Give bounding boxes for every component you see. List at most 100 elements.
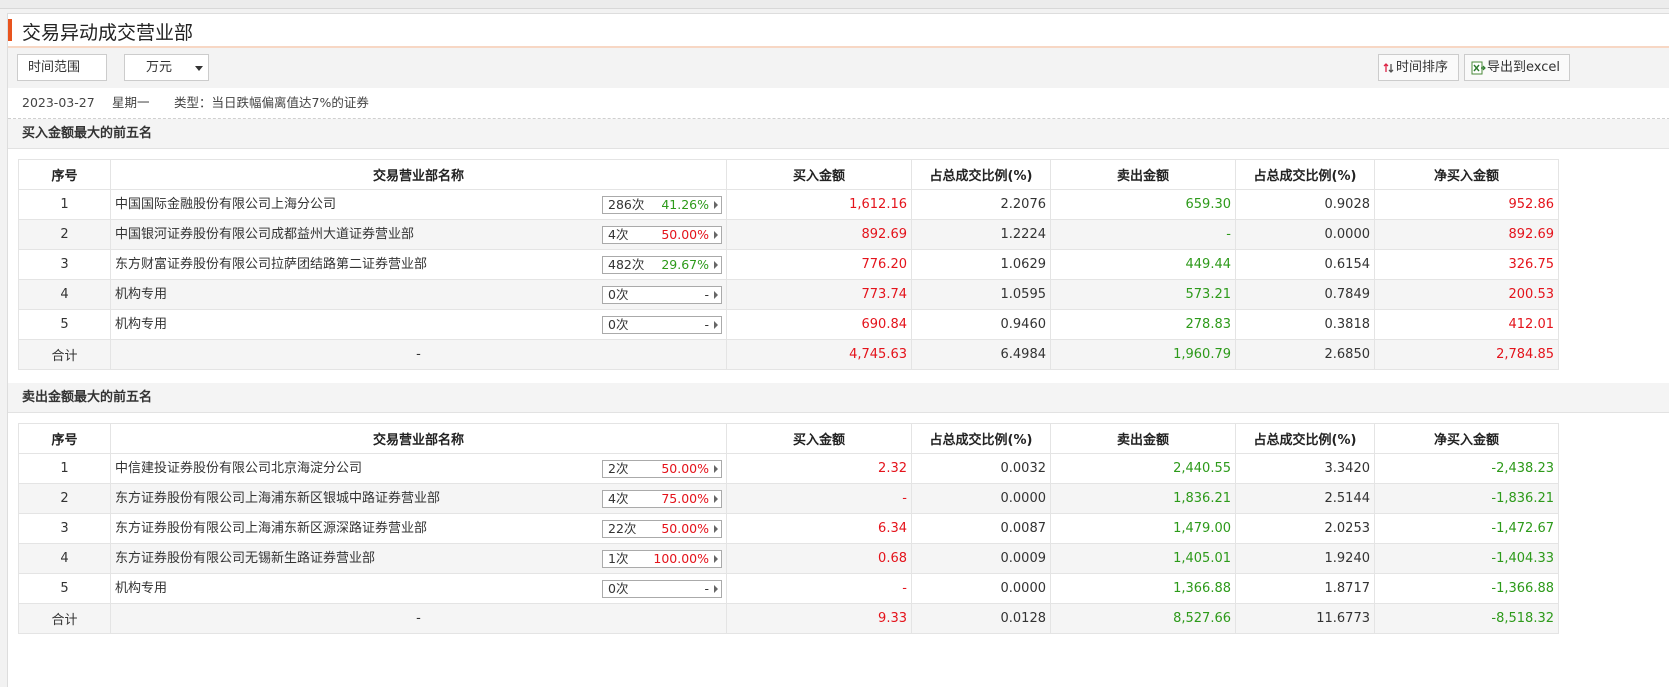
total-row: 合计 -4,745.63 6.4984 1,960.79 2.6850 2,784.85 — [18, 339, 1559, 370]
branch-stats-dropdown[interactable]: 2次 50.00% — [602, 460, 722, 478]
row-index: 4 — [18, 279, 111, 310]
branch-stats-dropdown[interactable]: 0次 - — [602, 580, 722, 598]
branch-name[interactable]: 机构专用 — [115, 281, 167, 309]
info-line: 2023-03-27 星期一 类型：当日跌幅偏离值达7%的证券 — [8, 88, 1669, 119]
export-excel-button[interactable]: 导出到excel — [1464, 54, 1570, 81]
branch-stats-dropdown[interactable]: 22次 50.00% — [602, 520, 722, 538]
win-rate: - — [704, 287, 709, 302]
branch-name-cell: 东方证券股份有限公司上海浦东新区银城中路证券营业部 4次 75.00% — [110, 483, 727, 514]
win-rate: 50.00% — [661, 461, 709, 476]
expand-arrow-icon — [714, 201, 718, 209]
buy-amount: 0.68 — [726, 543, 912, 574]
buy-ratio: 0.0087 — [911, 513, 1051, 544]
branch-name-cell: 东方财富证券股份有限公司拉萨团结路第二证券营业部 482次 29.67% — [110, 249, 727, 280]
time-range-button[interactable]: 时间范围 — [17, 54, 107, 81]
table-row[interactable]: 4 机构专用 0次 - 773.74 1.0595 573.21 0.7849 200.53 — [18, 279, 1559, 310]
branch-name[interactable]: 东方财富证券股份有限公司拉萨团结路第二证券营业部 — [115, 251, 427, 279]
buy-top5-table: 序号 交易营业部名称 买入金额 占总成交比例(%) 卖出金额 占总成交比例(%) 净买入金额… — [18, 159, 1559, 370]
total-sell-amount: 1,960.79 — [1050, 339, 1236, 370]
buy-amount: 773.74 — [726, 279, 912, 310]
buy-amount: 6.34 — [726, 513, 912, 544]
time-sort-label: 时间排序 — [1396, 60, 1449, 75]
row-index: 2 — [18, 219, 111, 250]
row-index: 1 — [18, 453, 111, 484]
branch-name[interactable]: 中国银河证券股份有限公司成都益州大道证券营业部 — [115, 221, 414, 249]
branch-name[interactable]: 东方证券股份有限公司无锡新生路证券营业部 — [115, 545, 375, 573]
table-row[interactable]: 1 中信建投证券股份有限公司北京海淀分公司 2次 50.00% 2.32 0.0032 2,… — [18, 453, 1559, 484]
time-sort-button[interactable]: 时间排序 — [1378, 54, 1459, 81]
branch-stats-dropdown[interactable]: 1次 100.00% — [602, 550, 722, 568]
net-buy-amount: -1,404.33 — [1374, 543, 1559, 574]
sell-ratio: 3.3420 — [1235, 453, 1375, 484]
column-header: 买入金额 — [726, 159, 912, 190]
listing-count: 4次 — [608, 227, 629, 242]
table-row[interactable]: 2 中国银河证券股份有限公司成都益州大道证券营业部 4次 50.00% 892.69 1.… — [18, 219, 1559, 250]
net-buy-amount: 200.53 — [1374, 279, 1559, 310]
row-index: 2 — [18, 483, 111, 514]
branch-name-wrap: 东方证券股份有限公司上海浦东新区银城中路证券营业部 4次 75.00% — [115, 485, 722, 513]
table-row[interactable]: 5 机构专用 0次 - -0.0000 1,366.88 1.8717 -1,366.88 — [18, 573, 1559, 604]
unit-select[interactable]: 万元 — [124, 54, 209, 81]
branch-name-cell: 机构专用 0次 - — [110, 279, 727, 310]
expand-arrow-icon — [714, 321, 718, 329]
win-rate: 50.00% — [661, 227, 709, 242]
branch-name-wrap: 东方证券股份有限公司无锡新生路证券营业部 1次 100.00% — [115, 545, 722, 573]
expand-arrow-icon — [714, 291, 718, 299]
table-row[interactable]: 3 东方财富证券股份有限公司拉萨团结路第二证券营业部 482次 29.67% 776.2… — [18, 249, 1559, 280]
sell-ratio: 0.6154 — [1235, 249, 1375, 280]
branch-name-cell: 东方证券股份有限公司无锡新生路证券营业部 1次 100.00% — [110, 543, 727, 574]
branch-stats-dropdown[interactable]: 4次 50.00% — [602, 226, 722, 244]
trade-weekday: 星期一 — [112, 95, 150, 110]
expand-arrow-icon — [714, 555, 718, 563]
column-header: 序号 — [18, 159, 111, 190]
sell-amount: 573.21 — [1050, 279, 1236, 310]
listing-count: 0次 — [608, 287, 629, 302]
branch-stats-dropdown[interactable]: 4次 75.00% — [602, 490, 722, 508]
table-row[interactable]: 5 机构专用 0次 - 690.84 0.9460 278.83 0.3818 412.01 — [18, 309, 1559, 340]
column-header: 占总成交比例(%) — [911, 159, 1051, 190]
branch-name[interactable]: 机构专用 — [115, 575, 167, 603]
win-rate: 100.00% — [653, 551, 709, 566]
column-header: 占总成交比例(%) — [911, 423, 1051, 454]
table-row[interactable]: 1 中国国际金融股份有限公司上海分公司 286次 41.26% 1,612.16 2.20… — [18, 189, 1559, 220]
column-header: 净买入金额 — [1374, 423, 1559, 454]
branch-name[interactable]: 东方证券股份有限公司上海浦东新区银城中路证券营业部 — [115, 485, 440, 513]
table-row[interactable]: 2 东方证券股份有限公司上海浦东新区银城中路证券营业部 4次 75.00% -0.000… — [18, 483, 1559, 514]
toolbar: 时间范围 万元 时间排序 导出到excel — [8, 48, 1669, 88]
page-title: 交易异动成交营业部 — [22, 22, 194, 44]
column-header: 卖出金额 — [1050, 159, 1236, 190]
listing-count: 1次 — [608, 551, 629, 566]
branch-name[interactable]: 机构专用 — [115, 311, 167, 339]
net-buy-amount: -2,438.23 — [1374, 453, 1559, 484]
table-row[interactable]: 4 东方证券股份有限公司无锡新生路证券营业部 1次 100.00% 0.68 0.0009… — [18, 543, 1559, 574]
branch-name-wrap: 机构专用 0次 - — [115, 311, 722, 339]
branch-stats-dropdown[interactable]: 286次 41.26% — [602, 196, 722, 214]
win-rate: 75.00% — [661, 491, 709, 506]
net-buy-amount: 412.01 — [1374, 309, 1559, 340]
buy-ratio: 1.2224 — [911, 219, 1051, 250]
total-net-buy-amount: -8,518.32 — [1374, 603, 1559, 634]
branch-stats-dropdown[interactable]: 0次 - — [602, 316, 722, 334]
branch-stats-dropdown[interactable]: 482次 29.67% — [602, 256, 722, 274]
buy-ratio: 0.0000 — [911, 483, 1051, 514]
sell-amount: 659.30 — [1050, 189, 1236, 220]
branch-name[interactable]: 中国国际金融股份有限公司上海分公司 — [115, 191, 336, 219]
listing-count: 22次 — [608, 521, 637, 536]
listing-count: 482次 — [608, 257, 645, 272]
branch-name-wrap: 中信建投证券股份有限公司北京海淀分公司 2次 50.00% — [115, 455, 722, 483]
branch-name-wrap: 机构专用 0次 - — [115, 575, 722, 603]
branch-name[interactable]: 中信建投证券股份有限公司北京海淀分公司 — [115, 455, 362, 483]
listing-count: 2次 — [608, 461, 629, 476]
sell-amount: 1,836.21 — [1050, 483, 1236, 514]
table-row[interactable]: 3 东方证券股份有限公司上海浦东新区源深路证券营业部 22次 50.00% 6.34 0.… — [18, 513, 1559, 544]
excel-icon — [1471, 61, 1486, 74]
branch-stats-dropdown[interactable]: 0次 - — [602, 286, 722, 304]
expand-arrow-icon — [714, 585, 718, 593]
sell-ratio: 1.9240 — [1235, 543, 1375, 574]
buy-amount: 690.84 — [726, 309, 912, 340]
branch-name[interactable]: 东方证券股份有限公司上海浦东新区源深路证券营业部 — [115, 515, 427, 543]
branch-name-wrap: 中国银河证券股份有限公司成都益州大道证券营业部 4次 50.00% — [115, 221, 722, 249]
expand-arrow-icon — [714, 495, 718, 503]
total-name: - — [110, 339, 727, 370]
sell-ratio: 0.3818 — [1235, 309, 1375, 340]
